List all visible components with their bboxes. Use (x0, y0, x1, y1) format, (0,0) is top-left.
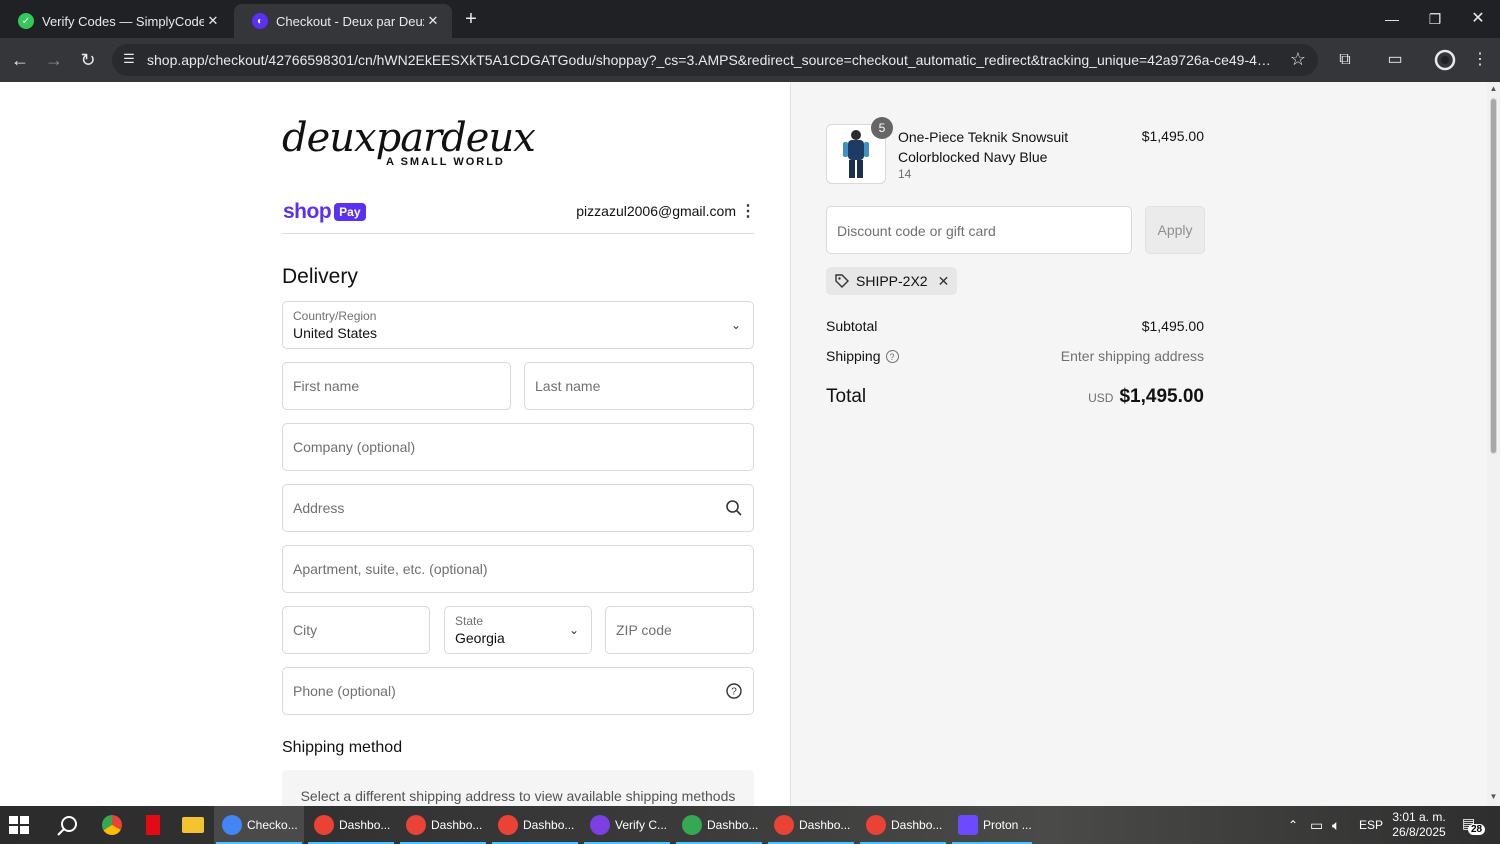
profile-icon[interactable] (1433, 48, 1457, 72)
search-icon[interactable] (56, 814, 80, 838)
scrollbar-thumb[interactable] (1490, 98, 1497, 454)
browser-toolbar: ← → ↻ ☰ shop.app/checkout/42766598301/cn… (0, 38, 1500, 82)
last-name-field[interactable]: Last name (524, 362, 754, 410)
shop-pay-logo: shop Pay (283, 200, 366, 224)
chrome-icon (590, 815, 610, 835)
remove-discount-icon[interactable]: ✕ (938, 273, 950, 290)
new-tab-button[interactable]: + (460, 8, 482, 30)
taskbar-app-verify-codes[interactable]: Verify C... (582, 806, 672, 844)
subtotal-row: Subtotal $1,495.00 (826, 318, 1204, 334)
netflix-pinned-icon[interactable] (146, 815, 160, 835)
order-summary-panel (790, 82, 1487, 806)
page-scrollbar[interactable]: ▲ ▼ (1487, 82, 1500, 806)
cast-icon[interactable]: ▭ (1383, 48, 1407, 72)
product-name: One-Piece Teknik Snowsuit Colorblocked N… (898, 129, 1069, 165)
proton-vpn-icon (958, 815, 978, 835)
menu-icon[interactable]: ⋮ (1468, 48, 1492, 72)
taskbar-app-dashboard[interactable]: Dashbo... (674, 806, 764, 844)
minimize-icon[interactable]: — (1378, 6, 1406, 32)
language-indicator[interactable]: ESP (1359, 806, 1383, 844)
close-window-icon[interactable]: ✕ (1464, 6, 1492, 32)
show-hidden-icons-icon[interactable]: ⌃ (1288, 806, 1298, 844)
bookmark-star-icon[interactable]: ☆ (1290, 49, 1306, 70)
account-email: pizzazul2006@gmail.com (576, 203, 736, 219)
city-field[interactable]: City (282, 606, 430, 654)
phone-field[interactable]: Phone (optional) ? (282, 667, 754, 715)
taskbar-app-dashboard[interactable]: Dashbo... (490, 806, 580, 844)
chrome-pinned-icon[interactable] (102, 815, 122, 835)
search-icon (726, 500, 742, 516)
file-explorer-icon[interactable] (182, 817, 204, 833)
product-price: $1,495.00 (1141, 128, 1204, 144)
chrome-icon (774, 815, 794, 835)
help-icon[interactable]: ? (725, 682, 743, 700)
discount-code-text: SHIPP-2X2 (856, 273, 928, 289)
taskbar-app-dashboard[interactable]: Dashbo... (306, 806, 396, 844)
divider (282, 233, 754, 234)
chrome-icon (314, 815, 334, 835)
scroll-up-icon[interactable]: ▲ (1489, 84, 1498, 93)
shop-favicon-icon: ◐ (252, 13, 268, 29)
total-row: Total USD $1,495.00 (826, 386, 1204, 407)
url-text[interactable]: shop.app/checkout/42766598301/cn/hWN2EkE… (147, 52, 1277, 68)
extensions-icon[interactable]: ⧉ (1333, 48, 1357, 72)
country-select[interactable]: Country/Region United States ⌄ (282, 301, 754, 349)
tab-verify-codes[interactable]: ✓ Verify Codes — SimplyCodes ✕ (0, 4, 232, 38)
delivery-heading: Delivery (282, 265, 358, 288)
applied-discount-chip: SHIPP-2X2 ✕ (826, 267, 958, 295)
taskbar-app-dashboard[interactable]: Dashbo... (858, 806, 948, 844)
windows-taskbar: Checko... Dashbo... Dashbo... Dashbo... … (0, 806, 1500, 844)
checkout-page: deuxpardeux A SMALL WORLD shop Pay pizza… (0, 82, 1487, 806)
windows-start-icon[interactable] (8, 815, 30, 835)
tab-strip: ✓ Verify Codes — SimplyCodes ✕ ◐ Checkou… (0, 0, 1500, 38)
store-logo[interactable]: deuxpardeux A SMALL WORLD (282, 116, 536, 174)
state-select[interactable]: State Georgia ⌄ (444, 606, 592, 654)
apartment-field[interactable]: Apartment, suite, etc. (optional) (282, 545, 754, 593)
quantity-badge: 5 (871, 117, 893, 139)
close-tab-icon[interactable]: ✕ (204, 12, 222, 30)
scroll-down-icon[interactable]: ▼ (1489, 792, 1498, 801)
chevron-down-icon: ⌄ (730, 318, 741, 332)
address-bar[interactable]: ☰ shop.app/checkout/42766598301/cn/hWN2E… (112, 44, 1318, 76)
taskbar-app-proton[interactable]: Proton ... (950, 806, 1034, 844)
chrome-icon (222, 815, 242, 835)
chevron-down-icon: ⌄ (568, 623, 579, 637)
taskbar-app-checkout[interactable]: Checko... (214, 806, 304, 844)
chrome-icon (406, 815, 426, 835)
site-info-icon[interactable]: ☰ (120, 51, 138, 69)
volume-icon[interactable]: 🔈︎ (1332, 806, 1340, 844)
shipping-row: Shipping? Enter shipping address (826, 348, 1204, 364)
tab-title: Checkout - Deux par Deux (276, 13, 424, 29)
product-variant: 14 (898, 167, 912, 181)
tab-checkout[interactable]: ◐ Checkout - Deux par Deux ✕ (234, 4, 452, 38)
network-icon[interactable]: ▭ (1310, 806, 1323, 844)
svg-text:?: ? (731, 687, 737, 698)
chrome-icon (866, 815, 886, 835)
back-icon[interactable]: ← (8, 48, 32, 72)
shipping-method-notice: Select a different shipping address to v… (282, 770, 754, 806)
chrome-icon (682, 815, 702, 835)
address-field[interactable]: Address (282, 484, 754, 532)
restore-icon[interactable]: ❐ (1421, 6, 1449, 32)
taskbar-app-dashboard[interactable]: Dashbo... (398, 806, 488, 844)
first-name-field[interactable]: First name (282, 362, 511, 410)
shipping-method-heading: Shipping method (282, 739, 403, 756)
shipping-help-icon[interactable]: ? (885, 350, 899, 363)
simplycodes-favicon-icon: ✓ (18, 13, 34, 29)
tag-icon (835, 274, 849, 288)
notifications-icon[interactable]: ▤ 28 (1462, 815, 1486, 835)
taskbar-app-dashboard[interactable]: Dashbo... (766, 806, 856, 844)
chrome-icon (498, 815, 518, 835)
forward-icon[interactable]: → (42, 48, 66, 72)
tab-title: Verify Codes — SimplyCodes (42, 13, 204, 29)
company-field[interactable]: Company (optional) (282, 423, 754, 471)
clock[interactable]: 3:01 a. m. 26/8/2025 (1388, 810, 1450, 840)
apply-discount-button[interactable]: Apply (1145, 206, 1205, 254)
discount-code-input[interactable]: Discount code or gift card (826, 206, 1132, 254)
close-tab-icon[interactable]: ✕ (424, 12, 442, 30)
zip-code-field[interactable]: ZIP code (605, 606, 754, 654)
account-menu-icon[interactable]: ⋮ (740, 201, 756, 221)
reload-icon[interactable]: ↻ (76, 48, 100, 72)
